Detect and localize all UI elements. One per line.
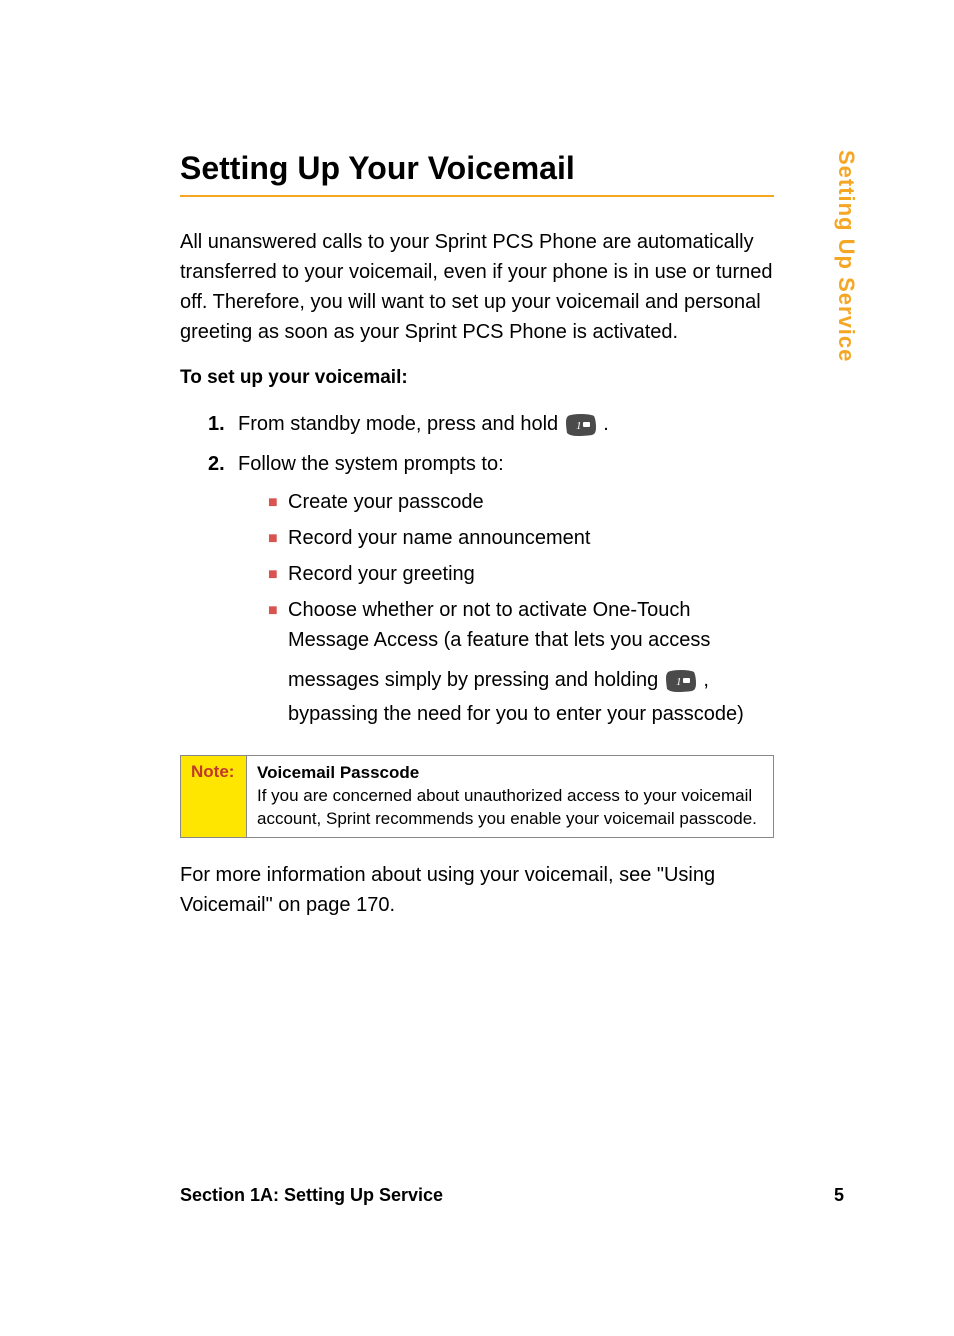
step-1: 1. From standby mode, press and hold 1 . <box>208 409 774 439</box>
bullet-item: ■ Record your greeting <box>268 559 774 589</box>
bullet-text: Record your greeting <box>288 559 774 589</box>
bullet-text: Choose whether or not to activate One-To… <box>288 595 774 731</box>
bullet4-pre: messages simply by pressing and holding <box>288 669 664 691</box>
step-marker: 2. <box>208 449 238 737</box>
step1-pre: From standby mode, press and hold <box>238 413 564 435</box>
step-content: Follow the system prompts to: ■ Create y… <box>238 449 774 737</box>
page-heading: Setting Up Your Voicemail <box>180 150 774 187</box>
step-2: 2. Follow the system prompts to: ■ Creat… <box>208 449 774 737</box>
step1-post: . <box>603 413 609 435</box>
footer-section: Section 1A: Setting Up Service <box>180 1185 443 1206</box>
note-label: Note: <box>181 756 247 837</box>
bullet4-line1: Choose whether or not to activate One-To… <box>288 599 710 651</box>
svg-text:1: 1 <box>576 420 582 432</box>
bullet-marker: ■ <box>268 487 288 517</box>
heading-rule <box>180 195 774 197</box>
note-body: If you are concerned about unauthorized … <box>257 785 763 831</box>
bullet-item: ■ Record your name announcement <box>268 523 774 553</box>
page-content: Setting Up Your Voicemail All unanswered… <box>0 0 954 920</box>
bullet-text: Create your passcode <box>288 487 774 517</box>
intro-paragraph: All unanswered calls to your Sprint PCS … <box>180 227 774 347</box>
svg-text:1: 1 <box>676 676 682 688</box>
page-footer: Section 1A: Setting Up Service 5 <box>180 1185 844 1206</box>
step-marker: 1. <box>208 409 238 439</box>
steps-list: 1. From standby mode, press and hold 1 .… <box>180 409 774 737</box>
page-number: 5 <box>834 1185 844 1206</box>
bullet-marker: ■ <box>268 523 288 553</box>
bullet-marker: ■ <box>268 559 288 589</box>
step-content: From standby mode, press and hold 1 . <box>238 409 774 439</box>
bullet-text: Record your name announcement <box>288 523 774 553</box>
bullet-list: ■ Create your passcode ■ Record your nam… <box>238 487 774 731</box>
closing-paragraph: For more information about using your vo… <box>180 860 774 920</box>
one-key-icon: 1 <box>566 414 596 436</box>
note-content: Voicemail Passcode If you are concerned … <box>247 756 773 837</box>
one-key-icon: 1 <box>666 670 696 692</box>
bullet-item: ■ Choose whether or not to activate One-… <box>268 595 774 731</box>
bullet-item: ■ Create your passcode <box>268 487 774 517</box>
step2-text: Follow the system prompts to: <box>238 453 504 475</box>
note-title: Voicemail Passcode <box>257 762 763 785</box>
subhead: To set up your voicemail: <box>180 367 774 389</box>
note-box: Note: Voicemail Passcode If you are conc… <box>180 755 774 838</box>
bullet4-continued: messages simply by pressing and holding … <box>288 663 774 731</box>
bullet-marker: ■ <box>268 595 288 731</box>
side-tab: Setting Up Service <box>833 150 859 362</box>
